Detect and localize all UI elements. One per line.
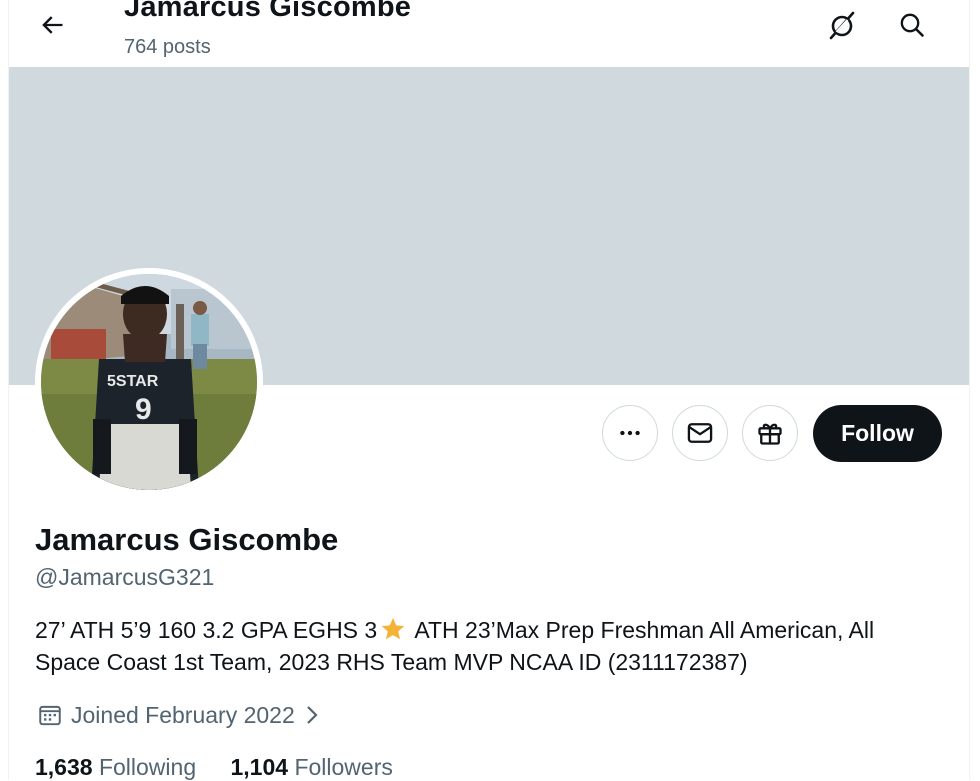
calendar-icon: [35, 700, 65, 730]
message-button[interactable]: [672, 405, 728, 461]
star-icon: [381, 617, 405, 640]
search-icon: [900, 13, 924, 37]
grok-icon: [829, 11, 855, 40]
followers-link[interactable]: 1,104 Followers: [231, 754, 393, 781]
avatar-photo: 5STAR 9: [41, 274, 257, 490]
jersey-brand-text: 5STAR: [107, 373, 159, 390]
joined-label: Joined February 2022: [71, 701, 295, 728]
arrow-left-icon: [42, 16, 63, 34]
following-count: 1,638: [35, 754, 93, 780]
follow-stats: 1,638 Following 1,104 Followers: [35, 754, 421, 781]
more-button[interactable]: [602, 405, 658, 461]
gift-button[interactable]: [742, 405, 798, 461]
posts-count: 764 posts: [124, 36, 211, 58]
profile-handle: @JamarcusG321: [35, 564, 215, 590]
following-link[interactable]: 1,638 Following: [35, 754, 196, 781]
joined-date[interactable]: Joined February 2022: [35, 700, 321, 730]
grok-button[interactable]: [823, 6, 861, 44]
bio-text-part1: 27’ ATH 5’9 160 3.2 GPA EGHS 3: [35, 617, 378, 643]
avatar[interactable]: 5STAR 9: [35, 268, 263, 496]
search-button[interactable]: [893, 6, 931, 44]
profile-page: Jamarcus Giscombe 764 posts 5STAR 9 Foll…: [8, 0, 970, 780]
gift-icon: [758, 423, 782, 445]
following-label: Following: [98, 754, 197, 780]
followers-label: Followers: [294, 754, 393, 780]
more-icon: [620, 430, 640, 436]
back-button[interactable]: [33, 6, 71, 44]
mail-icon: [687, 423, 713, 443]
header-title: Jamarcus Giscombe: [124, 0, 412, 23]
follow-button[interactable]: Follow: [813, 405, 942, 462]
profile-bio: 27’ ATH 5’9 160 3.2 GPA EGHS 3 ATH 23’Ma…: [35, 614, 945, 678]
profile-name: Jamarcus Giscombe: [35, 522, 339, 557]
followers-count: 1,104: [230, 754, 289, 780]
jersey-number-text: 9: [135, 393, 152, 426]
profile-header: Jamarcus Giscombe 764 posts: [9, 0, 969, 67]
chevron-right-icon: [303, 703, 321, 727]
